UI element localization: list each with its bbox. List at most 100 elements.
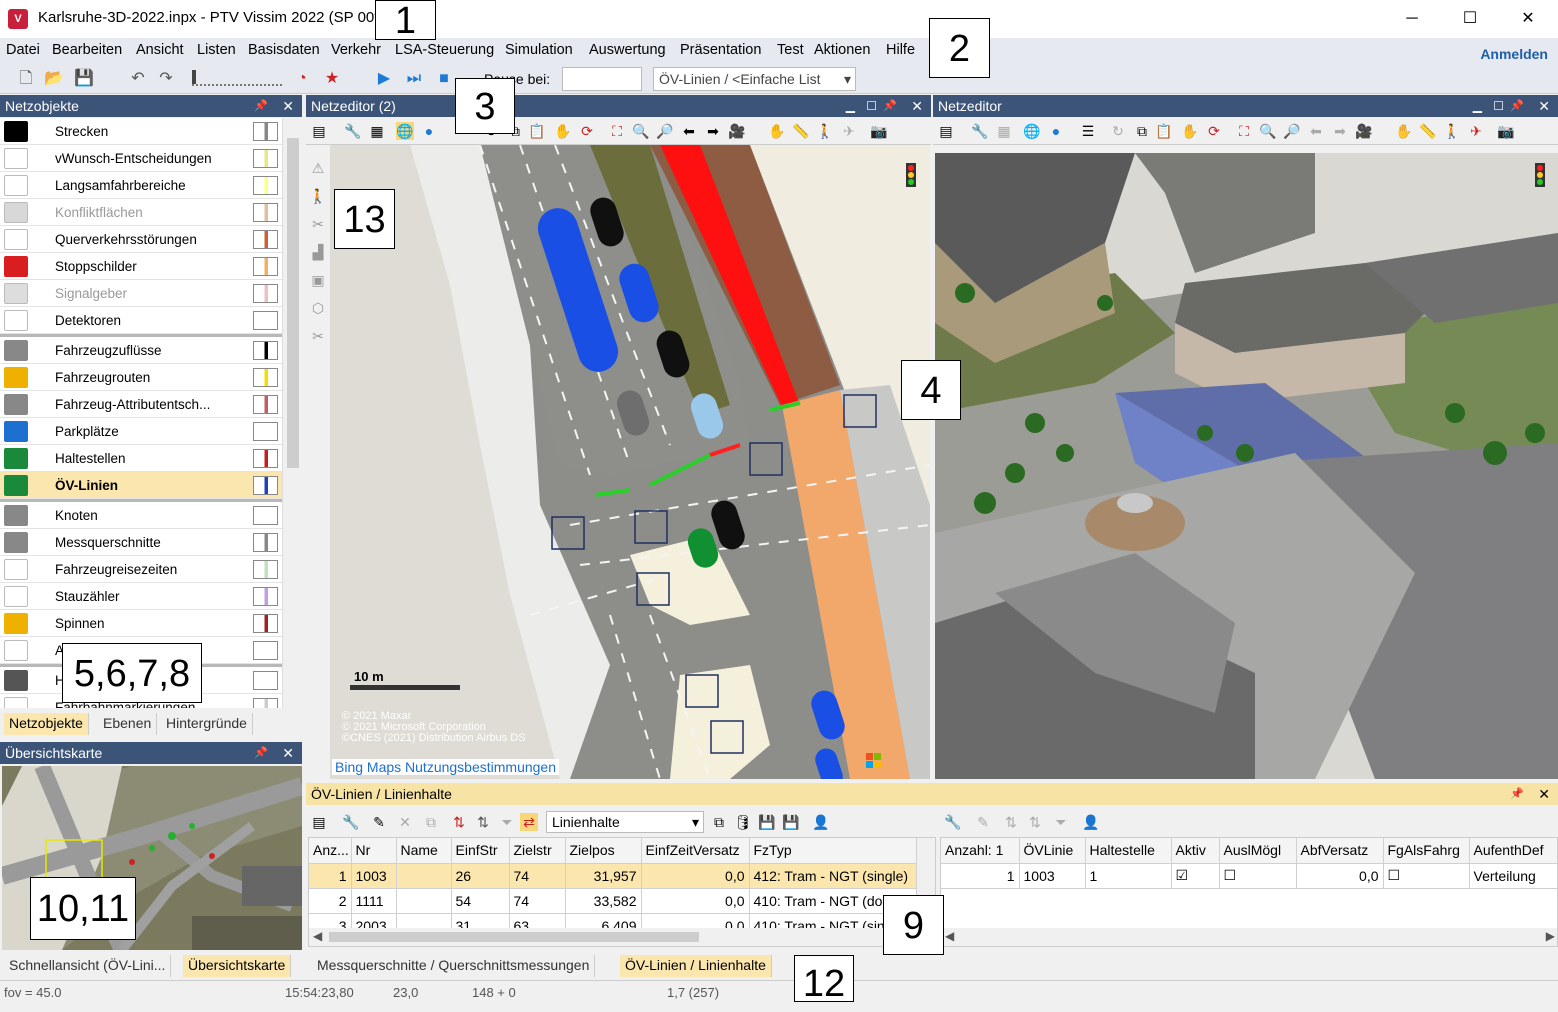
close-icon[interactable]: ✕ [1538, 95, 1550, 117]
netzobjekte-scrollbar[interactable] [282, 118, 302, 708]
edit-icon[interactable]: ✎ [370, 813, 388, 831]
netzobjekt-row[interactable]: Stoppschilder [0, 253, 282, 280]
wrench-icon[interactable]: 🔧 [342, 813, 360, 831]
save-as-icon[interactable]: 💾 [782, 813, 800, 831]
tab-hintergruende[interactable]: Hintergründe [161, 713, 253, 735]
menu-ansicht[interactable]: Ansicht [136, 42, 184, 58]
table-cell[interactable]: 1003 [1019, 863, 1086, 889]
add-user-icon[interactable]: 👤 [812, 813, 830, 831]
table-cell[interactable]: 0,0 [641, 863, 750, 889]
speed-slider[interactable] [192, 70, 282, 86]
list-layout-select[interactable]: ÖV-Linien / <Einfache List ▾ [653, 67, 856, 91]
color-swatch[interactable] [253, 149, 278, 168]
refresh-icon[interactable]: ↻ [1109, 122, 1127, 140]
sort-ascending-icon[interactable]: ⇅ [1002, 813, 1020, 831]
table-cell[interactable]: 1 [309, 863, 352, 889]
copy-icon[interactable]: ⧉ [1133, 122, 1151, 140]
netzobjekt-row[interactable]: Haltestellen [0, 445, 282, 472]
color-swatch[interactable] [253, 671, 278, 690]
table-cell[interactable]: ☐ [1219, 863, 1297, 889]
menu-test[interactable]: Test [777, 42, 804, 58]
column-header[interactable]: AufenthDef [1469, 838, 1557, 864]
table-cell[interactable]: 31,957 [565, 863, 642, 889]
tab-messquerschnitte[interactable]: Messquerschnitte / Querschnittsmessungen [312, 955, 596, 977]
pin-icon[interactable]: 📌 [1510, 95, 1524, 117]
bing-terms-link[interactable]: Bing Maps Nutzungsbestimmungen [332, 759, 560, 775]
color-swatch[interactable] [253, 176, 278, 195]
color-swatch[interactable] [253, 506, 278, 525]
close-icon[interactable]: ✕ [911, 95, 923, 117]
copy-icon[interactable]: ⧉ [710, 813, 728, 831]
column-header[interactable]: Nr [351, 838, 397, 864]
color-swatch[interactable] [253, 560, 278, 579]
measure-icon[interactable]: 📏 [792, 122, 810, 140]
pan-hand-icon[interactable]: ✋ [1181, 122, 1199, 140]
database-icon[interactable]: 🛢 [734, 813, 752, 831]
hand-select-icon[interactable]: ✋ [1395, 122, 1413, 140]
table-cell[interactable]: 54 [451, 888, 510, 914]
menu-auswertung[interactable]: Auswertung [589, 42, 666, 58]
table-cell[interactable]: 1 [941, 863, 1020, 889]
netzobjekt-row[interactable]: Fahrzeugrouten [0, 364, 282, 391]
column-header[interactable]: Zielpos [565, 838, 642, 864]
traffic-light-icon[interactable] [906, 163, 916, 187]
color-swatch[interactable] [253, 368, 278, 387]
globe-icon[interactable]: 🌐 [396, 122, 414, 140]
forward-arrow-icon[interactable]: ➡ [704, 122, 722, 140]
column-header[interactable]: Aktiv [1171, 838, 1220, 864]
pan-hand-icon[interactable]: ✋ [554, 122, 572, 140]
forward-arrow-icon[interactable]: ➡ [1331, 122, 1349, 140]
redo-icon[interactable]: ↷ [156, 69, 176, 89]
color-swatch[interactable] [253, 395, 278, 414]
zoom-extent-icon[interactable]: ⛶ [608, 122, 626, 140]
scrollbar-thumb[interactable] [287, 138, 299, 468]
netzobjekt-row[interactable]: Konfliktflächen [0, 199, 282, 226]
column-header[interactable]: EinfZeitVersatz [641, 838, 750, 864]
table-cell[interactable]: 74 [509, 888, 566, 914]
favorite-star-icon[interactable]: ★ [322, 69, 342, 89]
grid-icon[interactable]: ▦ [995, 122, 1013, 140]
column-header[interactable]: ÖVLinie [1019, 838, 1086, 864]
back-arrow-icon[interactable]: ⬅ [1307, 122, 1325, 140]
netzobjekt-row[interactable]: Spinnen [0, 610, 282, 637]
column-header[interactable]: Anzahl: 1 [941, 838, 1020, 864]
list-icon[interactable]: ☰ [1079, 122, 1097, 140]
netzobjekt-row[interactable]: Stauzähler [0, 583, 282, 610]
table-cell[interactable]: 74 [509, 863, 566, 889]
close-icon[interactable]: ✕ [282, 742, 294, 764]
screenshot-camera-icon[interactable]: 📷 [1497, 122, 1515, 140]
location-pin-icon[interactable]: ● [420, 122, 438, 140]
maximize-icon[interactable]: ☐ [866, 95, 877, 117]
filter-icon[interactable]: ⏷ [498, 813, 516, 831]
column-header[interactable]: Anz... [309, 838, 352, 864]
netzeditor-3d-canvas[interactable] [935, 153, 1558, 779]
rotate-view-icon[interactable]: ⟳ [578, 122, 596, 140]
paste-icon[interactable]: 📋 [1155, 122, 1173, 140]
netzobjekt-row[interactable]: Messquerschnitte [0, 529, 282, 556]
netzobjekt-row[interactable]: Langsamfahrbereiche [0, 172, 282, 199]
table-cell[interactable]: 1003 [351, 863, 397, 889]
color-swatch[interactable] [253, 476, 278, 495]
tab-netzobjekte[interactable]: Netzobjekte [4, 713, 89, 735]
color-swatch[interactable] [253, 284, 278, 303]
table-row[interactable]: 1 1003 26 74 31,957 0,0 412: Tram - NGT (singl… [309, 863, 917, 889]
close-button[interactable]: ✕ [1499, 0, 1557, 38]
netzobjekt-row[interactable]: ÖV-Linien [0, 472, 282, 499]
open-file-icon[interactable]: 📂 [44, 69, 64, 89]
table-cell[interactable]: Verteilung [1469, 863, 1557, 889]
netzobjekt-row[interactable]: vWunsch-Entscheidungen [0, 145, 282, 172]
table-cell[interactable]: ☐ [1383, 863, 1470, 889]
pin-icon[interactable]: 📌 [883, 95, 897, 117]
building-layer-icon[interactable]: ▟ [309, 243, 327, 261]
table-cell[interactable]: 1 [1085, 863, 1172, 889]
editor-menu-icon[interactable]: ▤ [937, 122, 955, 140]
editor-menu-icon[interactable]: ▤ [310, 122, 328, 140]
color-swatch[interactable] [253, 311, 278, 330]
zoom-extent-icon[interactable]: ⛶ [1235, 122, 1253, 140]
vissim-app-icon[interactable]: V [8, 9, 28, 29]
pedestrian-layer-icon[interactable]: 🚶 [309, 187, 327, 205]
zoom-in-icon[interactable]: 🔍 [1259, 122, 1277, 140]
maximize-icon[interactable]: ☐ [1493, 95, 1504, 117]
new-file-icon[interactable]: 🗋 [16, 69, 36, 89]
maximize-button[interactable]: ☐ [1441, 0, 1499, 38]
